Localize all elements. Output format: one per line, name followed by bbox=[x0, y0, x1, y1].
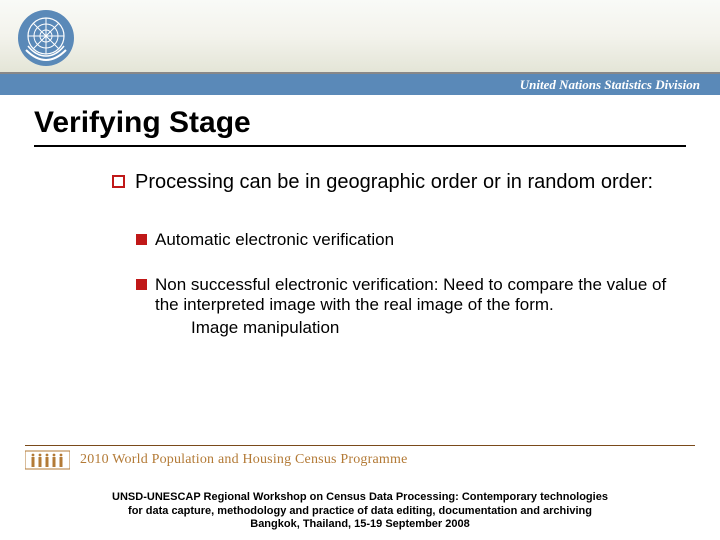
title-underline bbox=[34, 145, 686, 147]
bullet-continuation: Image manipulation bbox=[191, 318, 672, 339]
un-emblem-icon bbox=[14, 6, 78, 70]
programme-text: 2010 World Population and Housing Census… bbox=[80, 452, 408, 468]
bullet-text: Automatic electronic verification bbox=[155, 230, 394, 251]
bullet-text: Processing can be in geographic order or… bbox=[135, 170, 653, 194]
footer: UNSD-UNESCAP Regional Workshop on Census… bbox=[0, 491, 720, 532]
filled-square-icon bbox=[136, 234, 147, 245]
bullet-line: Non successful electronic verification: … bbox=[155, 275, 666, 315]
footer-line: for data capture, methodology and practi… bbox=[0, 505, 720, 519]
footer-line: Bangkok, Thailand, 15-19 September 2008 bbox=[0, 518, 720, 532]
header-stripe: United Nations Statistics Division bbox=[0, 74, 720, 95]
census-logo-icon bbox=[25, 449, 70, 471]
programme-banner: 2010 World Population and Housing Census… bbox=[25, 445, 695, 473]
header-bar bbox=[0, 0, 720, 74]
footer-line: UNSD-UNESCAP Regional Workshop on Census… bbox=[0, 491, 720, 505]
slide-title: Verifying Stage bbox=[34, 106, 251, 140]
content-area: Processing can be in geographic order or… bbox=[112, 170, 672, 363]
bullet-level2: Automatic electronic verification bbox=[136, 230, 672, 251]
bullet-level2: Non successful electronic verification: … bbox=[136, 275, 672, 339]
bullet-text: Non successful electronic verification: … bbox=[155, 275, 672, 339]
hollow-square-icon bbox=[112, 175, 125, 188]
bullet-level1: Processing can be in geographic order or… bbox=[112, 170, 672, 194]
slide: United Nations Statistics Division Verif… bbox=[0, 0, 720, 540]
filled-square-icon bbox=[136, 279, 147, 290]
header-org-label: United Nations Statistics Division bbox=[520, 77, 700, 93]
